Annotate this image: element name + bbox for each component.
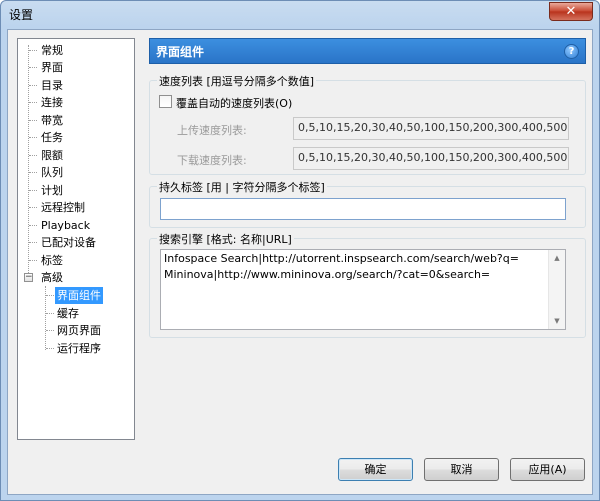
tree-item-ui-extras[interactable]: 界面组件	[55, 287, 103, 304]
collapse-icon[interactable]: −	[24, 273, 33, 282]
persistent-labels-input[interactable]	[160, 198, 566, 220]
search-engines-text: Infospace Search|http://utorrent.inspsea…	[164, 252, 519, 281]
tree-item-paired-devices[interactable]: 已配对设备	[39, 234, 98, 251]
download-speed-label: 下载速度列表:	[177, 154, 247, 167]
tree-item-quota[interactable]: 限额	[39, 147, 65, 164]
settings-tree[interactable]: 常规 界面 目录 连接 带宽 任务 限额 队列 计划 远程控制 Playback…	[17, 38, 135, 440]
tree-item-bandwidth[interactable]: 带宽	[39, 112, 65, 129]
tree-item-queue[interactable]: 队列	[39, 164, 65, 181]
window-title: 设置	[9, 8, 34, 22]
upload-speed-label: 上传速度列表:	[177, 124, 247, 137]
tree-item-cache[interactable]: 缓存	[55, 305, 81, 322]
tree-item-run-program[interactable]: 运行程序	[55, 340, 103, 357]
apply-button[interactable]: 应用(A)	[510, 458, 585, 481]
tree-item-web-ui[interactable]: 网页界面	[55, 322, 103, 339]
tree-item-tasks[interactable]: 任务	[39, 129, 65, 146]
tree-item-playback[interactable]: Playback	[39, 217, 92, 234]
tree-item-directories[interactable]: 目录	[39, 77, 65, 94]
title-bar[interactable]: 设置 ✕	[1, 1, 599, 27]
tree-item-labels[interactable]: 标签	[39, 252, 65, 269]
settings-window: 设置 ✕ 常规 界面 目录 连接 带宽 任务 限额 队列 计划 远程控制 Pla…	[0, 0, 600, 501]
search-engines-textarea[interactable]: Infospace Search|http://utorrent.inspsea…	[160, 249, 566, 330]
search-engines-group-title: 搜索引擎 [格式: 名称|URL]	[157, 231, 294, 247]
help-icon[interactable]: ?	[564, 44, 579, 59]
ok-button[interactable]: 确定	[338, 458, 413, 481]
vertical-scrollbar[interactable]: ▲ ▼	[548, 250, 565, 329]
scroll-down-icon[interactable]: ▼	[549, 313, 565, 329]
tree-item-remote[interactable]: 远程控制	[39, 199, 87, 216]
panel-header: 界面组件 ?	[149, 38, 586, 64]
scroll-up-icon[interactable]: ▲	[549, 250, 565, 266]
tree-item-advanced[interactable]: 高级	[39, 269, 65, 286]
tree-item-ui[interactable]: 界面	[39, 59, 65, 76]
dialog-client-area: 常规 界面 目录 连接 带宽 任务 限额 队列 计划 远程控制 Playback…	[7, 29, 593, 495]
tree-item-scheduler[interactable]: 计划	[39, 182, 65, 199]
download-speed-input[interactable]: 0,5,10,15,20,30,40,50,100,150,200,300,40…	[293, 147, 569, 170]
persistent-labels-group-title: 持久标签 [用 | 字符分隔多个标签]	[157, 179, 327, 195]
speed-list-group-title: 速度列表 [用逗号分隔多个数值]	[157, 73, 317, 89]
upload-speed-input[interactable]: 0,5,10,15,20,30,40,50,100,150,200,300,40…	[293, 117, 569, 140]
tree-item-connection[interactable]: 连接	[39, 94, 65, 111]
close-button[interactable]: ✕	[549, 2, 593, 21]
cancel-button[interactable]: 取消	[424, 458, 499, 481]
override-speed-checkbox[interactable]	[159, 95, 172, 108]
override-speed-label[interactable]: 覆盖自动的速度列表(O)	[176, 95, 292, 111]
tree-item-general[interactable]: 常规	[39, 42, 65, 59]
panel-title: 界面组件	[156, 45, 205, 59]
close-icon: ✕	[565, 4, 577, 19]
